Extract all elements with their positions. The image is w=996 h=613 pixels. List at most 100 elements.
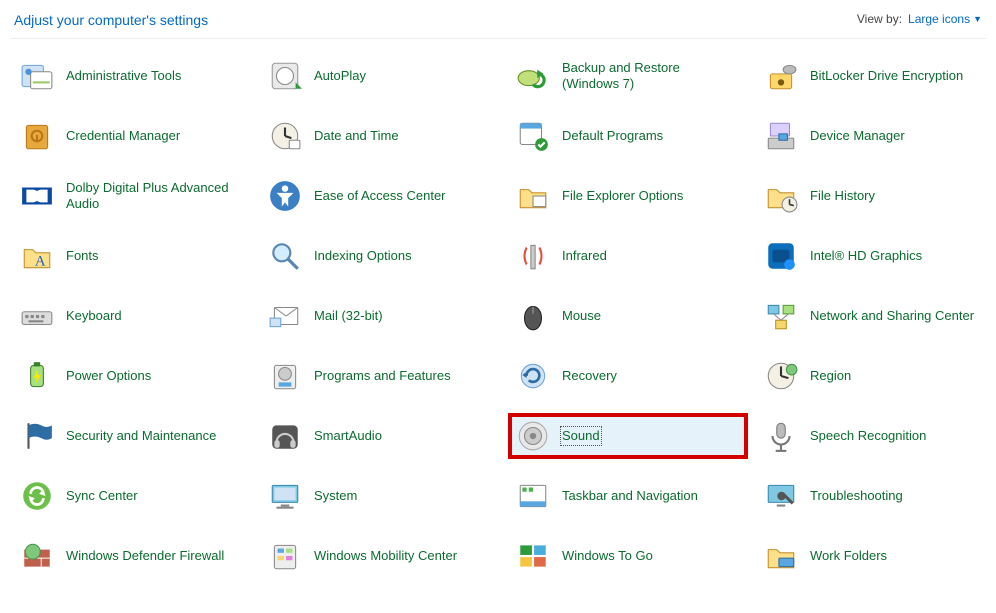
cpl-item-label: SmartAudio (314, 428, 382, 444)
search-icon (268, 239, 302, 273)
cpl-item-file-explorer-opt[interactable]: File Explorer Options (508, 173, 748, 219)
header: Adjust your computer's settings View by:… (10, 8, 986, 39)
cpl-item-autoplay[interactable]: AutoPlay (260, 53, 500, 99)
cpl-item-label: Ease of Access Center (314, 188, 446, 204)
cpl-item-smartaudio[interactable]: SmartAudio (260, 413, 500, 459)
cpl-item-security-maint[interactable]: Security and Maintenance (12, 413, 252, 459)
firewall-icon (20, 539, 54, 573)
cpl-item-troubleshooting[interactable]: Troubleshooting (756, 473, 996, 519)
mouse-icon (516, 299, 550, 333)
windows-to-go-icon (516, 539, 550, 573)
fonts-icon (20, 239, 54, 273)
region-icon (764, 359, 798, 393)
cpl-item-label: Date and Time (314, 128, 399, 144)
power-icon (20, 359, 54, 393)
cpl-item-label: Fonts (66, 248, 99, 264)
infrared-icon (516, 239, 550, 273)
cpl-item-sound[interactable]: Sound (508, 413, 748, 459)
cpl-item-label: Intel® HD Graphics (810, 248, 922, 264)
mobility-icon (268, 539, 302, 573)
keyboard-icon (20, 299, 54, 333)
page-title: Adjust your computer's settings (14, 12, 208, 28)
cpl-item-label: File History (810, 188, 875, 204)
cpl-item-mail[interactable]: Mail (32-bit) (260, 293, 500, 339)
cpl-item-recovery[interactable]: Recovery (508, 353, 748, 399)
cpl-item-windows-to-go[interactable]: Windows To Go (508, 533, 748, 579)
cpl-item-work-folders[interactable]: Work Folders (756, 533, 996, 579)
cpl-item-keyboard[interactable]: Keyboard (12, 293, 252, 339)
cpl-item-label: Administrative Tools (66, 68, 181, 84)
cpl-item-label: Indexing Options (314, 248, 412, 264)
cpl-item-dolby[interactable]: Dolby Digital Plus Advanced Audio (12, 173, 252, 219)
cpl-item-label: Speech Recognition (810, 428, 926, 444)
cpl-item-label: Power Options (66, 368, 151, 384)
view-by-dropdown[interactable]: Large icons ▼ (908, 12, 982, 26)
cpl-item-file-history[interactable]: File History (756, 173, 996, 219)
folder-options-icon (516, 179, 550, 213)
bitlocker-icon (764, 59, 798, 93)
cpl-item-label: BitLocker Drive Encryption (810, 68, 963, 84)
cpl-item-device-manager[interactable]: Device Manager (756, 113, 996, 159)
backup-restore-icon (516, 59, 550, 93)
cpl-item-infrared[interactable]: Infrared (508, 233, 748, 279)
cpl-item-admin-tools[interactable]: Administrative Tools (12, 53, 252, 99)
cpl-item-programs-features[interactable]: Programs and Features (260, 353, 500, 399)
intel-icon (764, 239, 798, 273)
cpl-item-label: Recovery (562, 368, 617, 384)
speaker-icon (516, 419, 550, 453)
cpl-item-label: Windows Mobility Center (314, 548, 457, 564)
autoplay-icon (268, 59, 302, 93)
cpl-item-mobility-center[interactable]: Windows Mobility Center (260, 533, 500, 579)
cpl-item-bitlocker[interactable]: BitLocker Drive Encryption (756, 53, 996, 99)
cpl-item-backup-restore[interactable]: Backup and Restore (Windows 7) (508, 53, 748, 99)
cpl-item-label: Region (810, 368, 851, 384)
microphone-icon (764, 419, 798, 453)
cpl-item-intel-hd[interactable]: Intel® HD Graphics (756, 233, 996, 279)
cpl-item-power-options[interactable]: Power Options (12, 353, 252, 399)
dolby-icon (20, 179, 54, 213)
admin-tools-icon (20, 59, 54, 93)
flag-icon (20, 419, 54, 453)
cpl-item-indexing[interactable]: Indexing Options (260, 233, 500, 279)
cpl-item-label: Infrared (562, 248, 607, 264)
vault-icon (20, 119, 54, 153)
cpl-item-label: AutoPlay (314, 68, 366, 84)
cpl-item-label: Device Manager (810, 128, 905, 144)
cpl-item-date-time[interactable]: Date and Time (260, 113, 500, 159)
network-icon (764, 299, 798, 333)
programs-icon (268, 359, 302, 393)
chevron-down-icon: ▼ (973, 14, 982, 24)
cpl-item-label: Taskbar and Navigation (562, 488, 698, 504)
cpl-item-taskbar-nav[interactable]: Taskbar and Navigation (508, 473, 748, 519)
cpl-item-fonts[interactable]: Fonts (12, 233, 252, 279)
cpl-item-label: Programs and Features (314, 368, 451, 384)
cpl-item-credential-mgr[interactable]: Credential Manager (12, 113, 252, 159)
cpl-item-default-programs[interactable]: Default Programs (508, 113, 748, 159)
troubleshooting-icon (764, 479, 798, 513)
cpl-item-label: Dolby Digital Plus Advanced Audio (66, 180, 244, 213)
cpl-item-network-sharing[interactable]: Network and Sharing Center (756, 293, 996, 339)
cpl-item-sync-center[interactable]: Sync Center (12, 473, 252, 519)
cpl-item-label: Work Folders (810, 548, 887, 564)
taskbar-icon (516, 479, 550, 513)
view-by-label: View by: (857, 12, 902, 26)
cpl-item-label: Troubleshooting (810, 488, 903, 504)
system-icon (268, 479, 302, 513)
cpl-item-label: Default Programs (562, 128, 663, 144)
ease-of-access-icon (268, 179, 302, 213)
cpl-item-defender-fw[interactable]: Windows Defender Firewall (12, 533, 252, 579)
recovery-icon (516, 359, 550, 393)
cpl-item-region[interactable]: Region (756, 353, 996, 399)
cpl-item-label: Mouse (562, 308, 601, 324)
cpl-item-system[interactable]: System (260, 473, 500, 519)
mail-icon (268, 299, 302, 333)
clock-icon (268, 119, 302, 153)
cpl-item-mouse[interactable]: Mouse (508, 293, 748, 339)
cpl-item-label: System (314, 488, 357, 504)
default-programs-icon (516, 119, 550, 153)
cpl-item-speech[interactable]: Speech Recognition (756, 413, 996, 459)
cpl-item-label: Credential Manager (66, 128, 180, 144)
cpl-item-label: Mail (32-bit) (314, 308, 383, 324)
cpl-item-ease-of-access[interactable]: Ease of Access Center (260, 173, 500, 219)
device-manager-icon (764, 119, 798, 153)
